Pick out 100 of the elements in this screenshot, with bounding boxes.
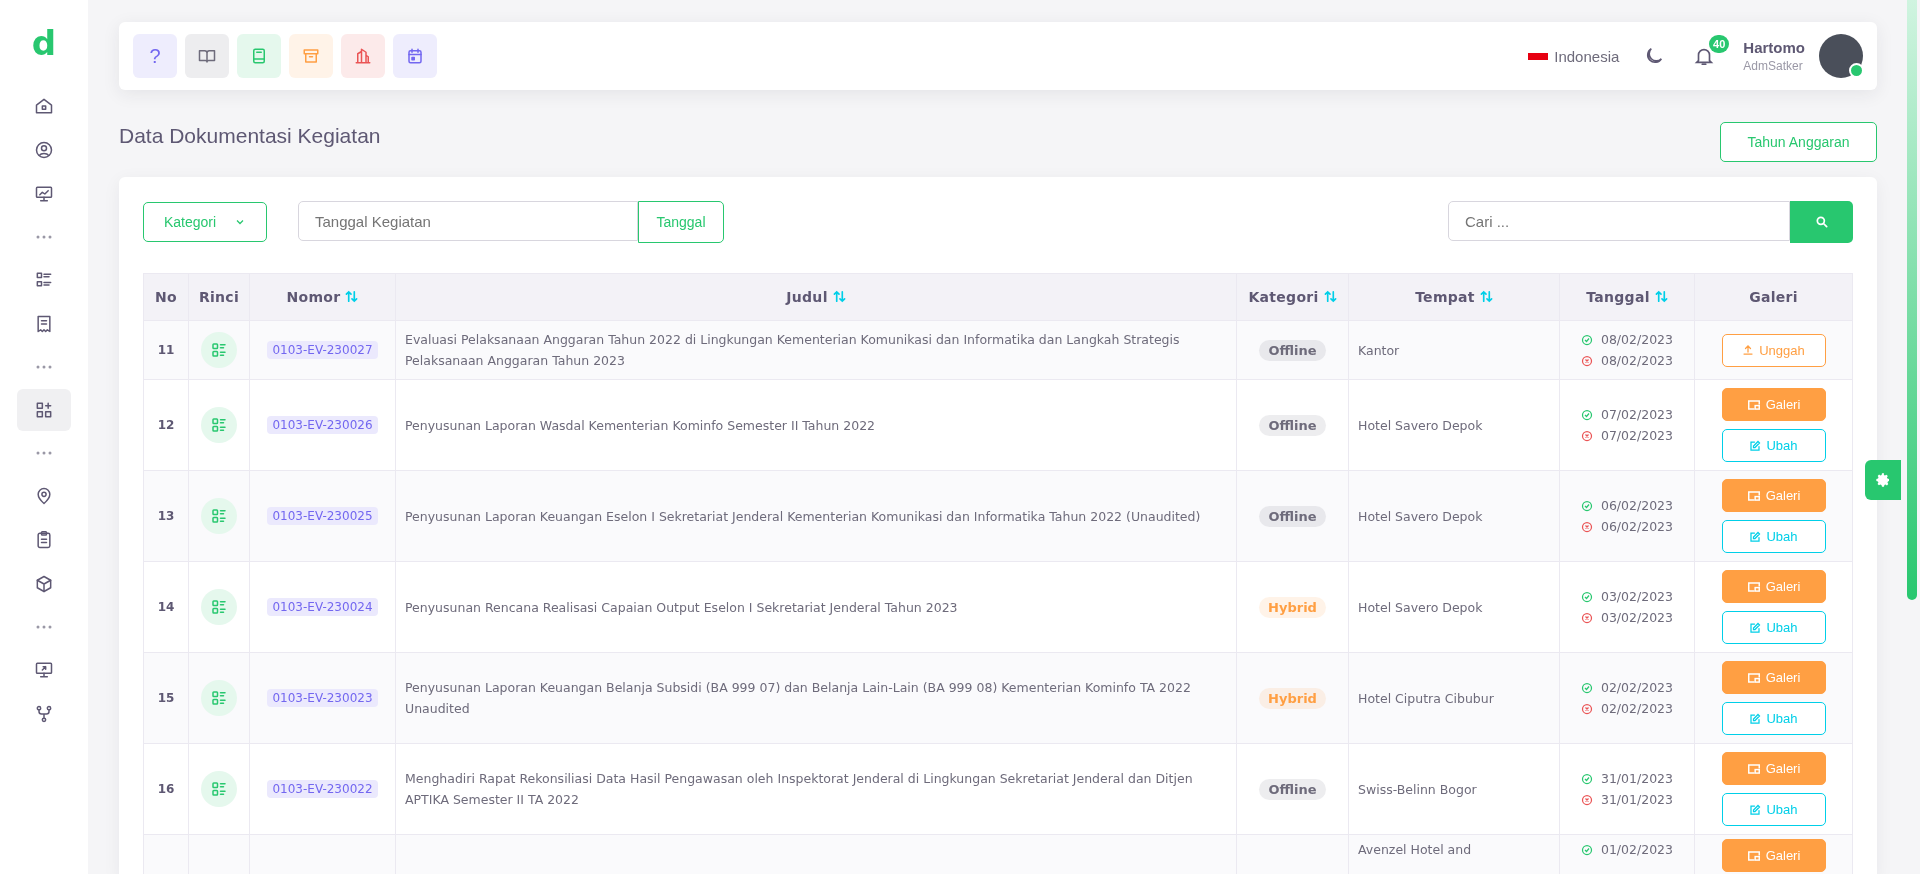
sort-icon[interactable]: [1479, 290, 1493, 303]
column-header[interactable]: Kategori: [1236, 273, 1349, 321]
settings-icon: [1875, 472, 1891, 488]
details-button[interactable]: [201, 589, 237, 625]
end-date: 31/01/2023: [1600, 791, 1673, 809]
column-header[interactable]: Nomor: [249, 273, 396, 321]
shortcut-button[interactable]: [341, 34, 385, 78]
category-dropdown[interactable]: Kategori: [143, 202, 267, 242]
date-field[interactable]: Tanggal Kegiatan: [298, 201, 638, 241]
clipboard-icon: [34, 530, 54, 550]
shortcut-button[interactable]: [393, 34, 437, 78]
details-button[interactable]: [201, 332, 237, 368]
column-header[interactable]: Judul: [395, 273, 1237, 321]
column-header[interactable]: Tanggal: [1559, 273, 1695, 321]
activity-title: Menghadiri Rapat Rekonsiliasi Data Hasil Pengawasan oleh Inspektorat Jenderal di Lingkungan Sekretariat Jenderal dan Ditjen APTIKA Semester II TA 2022: [405, 771, 1193, 807]
details-button[interactable]: [201, 771, 237, 807]
home-icon: [34, 96, 54, 116]
user-role: AdmSatker: [1743, 59, 1804, 73]
category-badge: Offline: [1259, 778, 1326, 800]
x-circle-icon: [1580, 611, 1593, 624]
edit-button[interactable]: Ubah: [1721, 702, 1826, 735]
cube-icon: [34, 574, 54, 594]
edit-button[interactable]: Ubah: [1721, 429, 1826, 462]
start-date: 08/02/2023: [1600, 331, 1673, 349]
activity-title: Evaluasi Pelaksanaan Anggaran Tahun 2022 di Lingkungan Kementerian Komunikasi dan Informatika dan Langkah Strategis Pelaksanaan Anggaran Tahun 2023: [405, 332, 1180, 368]
venue: Hotel Ciputra Cibubur: [1358, 690, 1494, 706]
column-header[interactable]: Tempat: [1348, 273, 1560, 321]
map-pin-icon: [34, 486, 54, 506]
gallery-button[interactable]: Galeri: [1721, 570, 1826, 603]
gallery-button[interactable]: Galeri: [1721, 839, 1826, 872]
details-button[interactable]: [201, 498, 237, 534]
end-date: 06/02/2023: [1600, 518, 1673, 536]
sidebar-item[interactable]: [17, 389, 71, 431]
document-number[interactable]: 0103-EV-230027: [267, 341, 378, 359]
details-button[interactable]: [201, 407, 237, 443]
section-dots-icon: [36, 625, 52, 629]
section-dots-icon: [36, 235, 52, 239]
monitor-arrow-icon: [34, 660, 54, 680]
list-icon: [210, 507, 228, 525]
category-badge: Hybrid: [1259, 687, 1326, 709]
category-badge: Offline: [1259, 414, 1326, 436]
column-header: Galeri: [1694, 273, 1853, 321]
document-number[interactable]: 0103-EV-230023: [267, 689, 378, 707]
sort-icon[interactable]: [832, 290, 846, 303]
image-frame-icon: [1746, 580, 1761, 593]
activity-title: Penyusunan Laporan Keuangan Belanja Subsidi (BA 999 07) dan Belanja Lain-Lain (BA 999 08) Kementerian Kominfo TA 2022 Unaudited: [405, 680, 1191, 716]
flag-icon: [1528, 52, 1549, 60]
budget-year-button[interactable]: Tahun Anggaran: [1720, 122, 1877, 162]
document-number[interactable]: 0103-EV-230022: [267, 780, 378, 798]
sort-icon[interactable]: [345, 290, 359, 303]
activity-title: Penyusunan Laporan Keuangan Eselon I Sekretariat Jenderal Kementerian Komunikasi dan Informatika Tahun 2022 (Unaudited): [405, 508, 1201, 524]
document-number[interactable]: 0103-EV-230025: [267, 507, 378, 525]
sort-icon[interactable]: [1323, 290, 1337, 303]
date-button[interactable]: Tanggal: [638, 201, 724, 243]
document-number[interactable]: 0103-EV-230024: [267, 598, 378, 616]
grid-plus-icon: [34, 400, 54, 420]
search-field[interactable]: Cari ...: [1448, 201, 1790, 241]
row-number: 12: [157, 417, 175, 432]
image-frame-icon: [1746, 671, 1761, 684]
help-button[interactable]: ?: [133, 34, 177, 78]
image-frame-icon: [1746, 489, 1761, 502]
building-icon: [354, 47, 372, 65]
list-icon: [210, 416, 228, 434]
calendar-icon: [406, 47, 424, 65]
details-button[interactable]: [201, 680, 237, 716]
venue: Hotel Savero Depok: [1358, 417, 1483, 433]
receipt-icon: [34, 314, 54, 334]
activity-title: Penyusunan Rencana Realisasi Capaian Output Eselon I Sekretariat Jenderal Tahun 2023: [405, 599, 958, 615]
activity-title: Penyusunan Laporan Wasdal Kementerian Kominfo Semester II Tahun 2022: [405, 417, 876, 433]
settings-button[interactable]: [1865, 460, 1901, 500]
logo[interactable]: d: [31, 26, 57, 60]
row-number: 13: [157, 508, 175, 523]
language-label[interactable]: Indonesia: [1554, 47, 1620, 65]
gallery-button[interactable]: Galeri: [1721, 661, 1826, 694]
avatar[interactable]: [1819, 34, 1863, 78]
image-frame-icon: [1746, 398, 1761, 411]
end-date: 08/02/2023: [1600, 352, 1673, 370]
edit-button[interactable]: Ubah: [1721, 611, 1826, 644]
scrollbar-thumb[interactable]: [1907, 0, 1917, 600]
edit-icon: [1749, 530, 1762, 543]
sort-icon[interactable]: [1654, 290, 1668, 303]
upload-button[interactable]: Unggah: [1721, 333, 1826, 367]
edit-button[interactable]: Ubah: [1721, 793, 1826, 826]
edit-button[interactable]: Ubah: [1721, 520, 1826, 553]
row-number: 15: [157, 690, 175, 705]
page-title: Data Dokumentasi Kegiatan: [119, 124, 381, 148]
shortcut-button[interactable]: [237, 34, 281, 78]
monitor-chart-icon: [34, 184, 54, 204]
gallery-button[interactable]: Galeri: [1721, 752, 1826, 785]
shortcut-button[interactable]: [185, 34, 229, 78]
list-icon: [210, 689, 228, 707]
venue: Hotel Savero Depok: [1358, 508, 1483, 524]
venue: Avenzel Hotel and: [1358, 842, 1472, 857]
branch-icon: [34, 704, 54, 724]
document-number[interactable]: 0103-EV-230026: [267, 416, 378, 434]
image-frame-icon: [1746, 762, 1761, 775]
gallery-button[interactable]: Galeri: [1721, 388, 1826, 421]
x-circle-icon: [1580, 793, 1593, 806]
gallery-button[interactable]: Galeri: [1721, 479, 1826, 512]
start-date: 31/01/2023: [1600, 770, 1673, 788]
